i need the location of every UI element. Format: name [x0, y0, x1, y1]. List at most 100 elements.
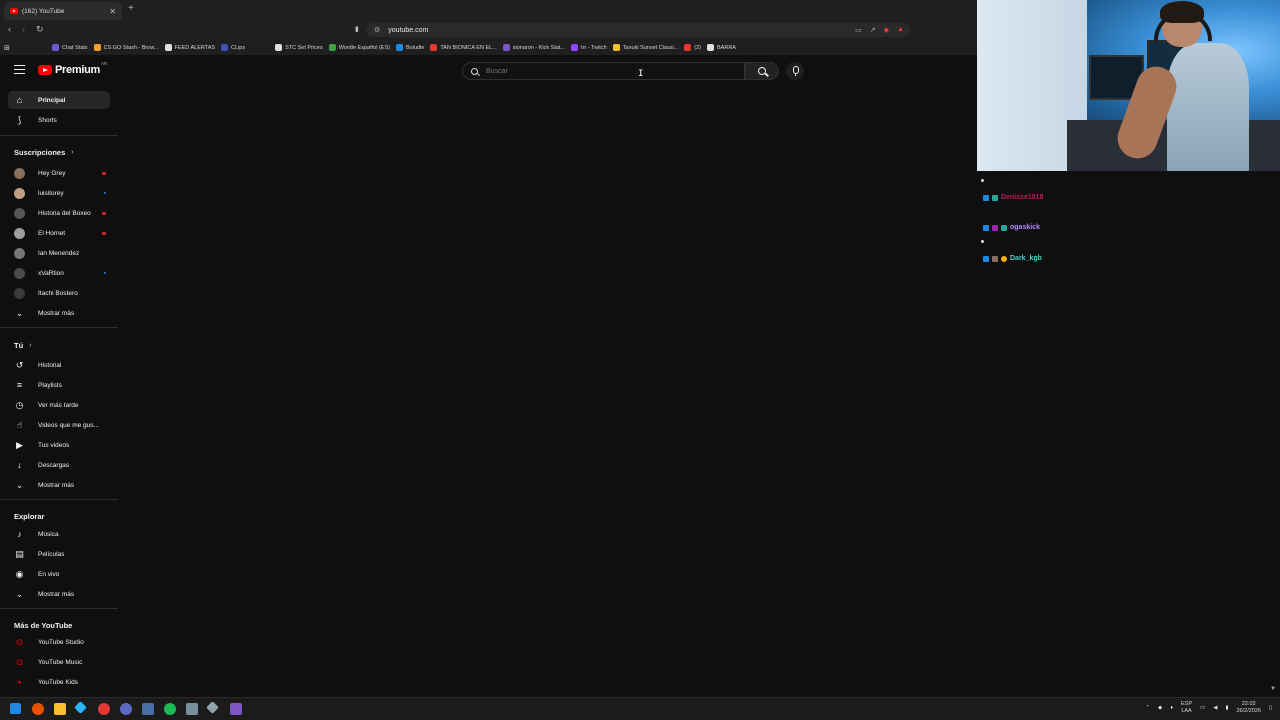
sidebar-divider [0, 608, 118, 609]
language-indicator[interactable]: ESP LAA [1181, 701, 1192, 715]
avatar [14, 287, 25, 299]
search-button[interactable] [745, 62, 779, 80]
subscriptions-heading[interactable]: Suscripciones › [14, 148, 74, 157]
warning-icon[interactable]: ▲ [897, 26, 904, 34]
bookmark-item[interactable]: CS:GO Stash - Brow... [93, 44, 159, 51]
sidebar-item-musica[interactable]: ♪ Música [8, 525, 110, 543]
chat-username: ogaskick [1010, 224, 1040, 231]
avatar [14, 167, 25, 179]
site-info-icon[interactable]: ⚙ [374, 26, 380, 34]
sidebar-item-tus-videos[interactable]: ▶ Tus videos [8, 436, 110, 454]
volume-icon[interactable]: ◀ [1213, 705, 1217, 711]
discord-icon[interactable] [120, 703, 132, 715]
bookmark-item[interactable]: CLips [221, 44, 245, 51]
sidebar-item-historial[interactable]: ↺ Historial [8, 356, 110, 374]
sidebar-item-youtube-music[interactable]: ⊙ YouTube Music [8, 653, 110, 671]
sidebar-show-more-you[interactable]: ⌄ Mostrar más [8, 476, 110, 494]
chat-message: Dark_kgb [983, 255, 1042, 262]
network-icon[interactable]: ◆ [1158, 705, 1162, 711]
sidebar-item-youtube-kids[interactable]: ▪ YouTube Kids [8, 673, 110, 691]
sidebar-channel-historia-del-boxeo[interactable]: Historia del Boxeo [8, 204, 110, 222]
notifications-icon[interactable]: ▯ [1269, 705, 1272, 711]
sidebar-item-youtube-studio[interactable]: ⊙ YouTube Studio [8, 633, 110, 651]
sidebar-item-videos-que-me-gustan[interactable]: ☝ Videos que me gus... [8, 416, 110, 434]
menu-icon[interactable] [14, 65, 25, 74]
bookmark-item[interactable]: sionaron - Kick Stat... [502, 44, 565, 51]
moderator-badge-icon [983, 255, 989, 262]
forward-icon[interactable]: › [22, 24, 25, 34]
app-icon[interactable] [142, 703, 154, 715]
browser-toolbar: ‹ › ↻ ▮ ⚙ youtube.com ▭ ↗ ◆ ▲ [0, 20, 977, 40]
bookmark-item[interactable]: Tanuki Sunset Classi... [612, 44, 678, 51]
reload-icon[interactable]: ↻ [36, 24, 44, 35]
sidebar-channel-el-hornet[interactable]: El Hornet [8, 224, 110, 242]
explore-heading: Explorar [14, 512, 45, 521]
battery-icon[interactable]: ▮ [1225, 705, 1228, 711]
webcam-overlay [977, 0, 1280, 171]
shield-icon[interactable]: ◆ [884, 26, 889, 34]
bookmark-item[interactable]: BARRA [707, 44, 736, 51]
voice-search-icon[interactable] [786, 62, 804, 80]
scroll-down-arrow-icon[interactable]: ▼ [1270, 686, 1276, 692]
bookmark-icon[interactable]: ▮ [355, 25, 359, 33]
app-icon[interactable] [206, 701, 219, 714]
bookmark-item[interactable]: (2) [684, 44, 701, 51]
url-text: youtube.com [388, 26, 429, 34]
bookmark-item[interactable]: STC Set Prices [275, 44, 323, 51]
bookmark-item[interactable]: Chat Stats [51, 44, 88, 51]
browser-tab-youtube[interactable]: (162) YouTube ✕ [4, 2, 122, 20]
new-content-dot [104, 192, 106, 194]
thumb-up-icon: ☝ [16, 419, 23, 430]
cast-icon[interactable]: ▭ [855, 26, 862, 34]
clock[interactable]: 22:03 26/2/2026 [1237, 701, 1261, 715]
chrome-icon[interactable] [98, 703, 110, 715]
sidebar-item-en-vivo[interactable]: ◉ En vivo [8, 565, 110, 583]
monitor-icon[interactable]: ▭ [1200, 705, 1205, 711]
sidebar-item-peliculas[interactable]: ▤ Películas [8, 545, 110, 563]
new-tab-icon[interactable]: + [128, 3, 134, 14]
sidebar-show-more-subscriptions[interactable]: ⌄ Mostrar más [8, 304, 110, 322]
live-indicator [102, 211, 106, 215]
tab-close-icon[interactable]: ✕ [109, 7, 116, 16]
brave-browser-icon[interactable] [32, 703, 44, 715]
share-icon[interactable]: ↗ [870, 26, 876, 34]
windows-start-icon[interactable] [10, 703, 21, 714]
avatar [14, 267, 25, 279]
chevron-down-icon: ⌄ [15, 479, 24, 490]
sidebar-show-more-explore[interactable]: ⌄ Mostrar más [8, 585, 110, 603]
address-bar[interactable]: ⚙ youtube.com ▭ ↗ ◆ ▲ [366, 23, 910, 37]
bookmark-item[interactable]: TAN BIONICA EN EL... [430, 44, 497, 51]
you-heading[interactable]: Tú › [14, 341, 32, 350]
apps-grid-icon[interactable]: ⊞ [4, 44, 10, 52]
youtube-premium-logo[interactable]: Premium AR [38, 61, 107, 76]
app-icon[interactable] [74, 701, 87, 714]
sidebar-item-ver-mas-tarde[interactable]: ◷ Ver más tarde [8, 396, 110, 414]
sidebar-item-shorts[interactable]: ⟆ Shorts [8, 111, 110, 129]
back-icon[interactable]: ‹ [8, 24, 11, 34]
search-box[interactable] [462, 62, 745, 80]
microphone-icon[interactable]: ♦ [1170, 705, 1173, 711]
bookmark-item[interactable]: Wordle Español (ES) [328, 44, 390, 51]
app-icon[interactable] [230, 703, 242, 715]
file-explorer-icon[interactable] [54, 703, 66, 715]
sidebar-item-descargas[interactable]: ↓ Descargas [8, 456, 110, 474]
sidebar-channel-luisitorey[interactable]: luisitorey [8, 184, 110, 202]
sidebar-item-playlists[interactable]: ≡ Playlists [8, 376, 110, 394]
steam-icon[interactable] [186, 703, 198, 715]
bookmark-item[interactable]: trr - Twitch [571, 44, 607, 51]
bookmark-item[interactable]: FEED ALERTAS [164, 44, 215, 51]
spotify-icon[interactable] [164, 703, 176, 715]
bookmark-item[interactable]: Boludle [395, 44, 424, 51]
home-icon: ⌂ [16, 95, 23, 105]
sidebar-channel-itachi-bostero[interactable]: Itachi Bostero [8, 284, 110, 302]
sidebar-channel-xvartion[interactable]: xVaRtion [8, 264, 110, 282]
shorts-icon: ⟆ [17, 114, 22, 125]
sidebar-channel-hey-grey[interactable]: Hey Grey [8, 164, 110, 182]
sidebar-item-principal[interactable]: ⌂ Principal [8, 91, 110, 109]
youtube-kids-icon: ▪ [17, 677, 22, 687]
sidebar-channel-ian-menendez[interactable]: Ian Menendez [8, 244, 110, 262]
search-input[interactable] [486, 67, 706, 75]
chevron-up-icon[interactable]: ⌃ [1145, 705, 1150, 711]
chevron-down-icon: ⌄ [15, 588, 24, 599]
youtube-studio-icon: ⊙ [15, 636, 24, 647]
